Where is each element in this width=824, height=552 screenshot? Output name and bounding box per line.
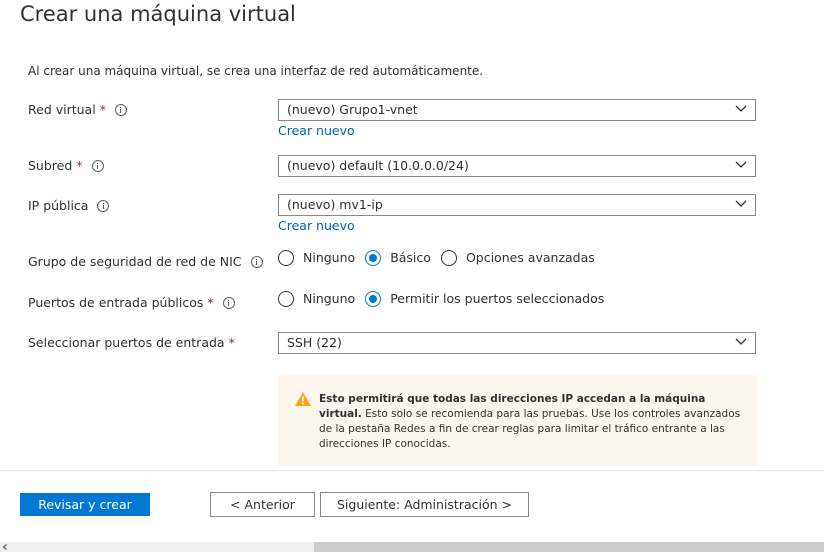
radio-ports-none[interactable]: Ninguno — [278, 291, 355, 307]
subnet-label: Subred * — [28, 158, 104, 174]
nic-security-group-label: Grupo de seguridad de red de NIC — [28, 254, 263, 270]
radio-label: Opciones avanzadas — [465, 250, 595, 265]
info-icon[interactable] — [250, 256, 263, 268]
radio-ports-allow-selected[interactable]: Permitir los puertos seleccionados — [365, 291, 604, 307]
chevron-down-icon — [735, 161, 747, 168]
public-ip-dropdown[interactable]: (nuevo) mv1-ip — [278, 194, 756, 216]
info-icon[interactable] — [97, 200, 110, 212]
subnet-label-text: Subred — [28, 158, 73, 173]
create-public-ip-link[interactable]: Crear nuevo — [278, 218, 355, 234]
required-marker: * — [76, 158, 83, 173]
chevron-left-icon[interactable] — [2, 544, 8, 550]
radio-circle[interactable] — [440, 250, 457, 266]
info-icon[interactable] — [222, 297, 235, 309]
select-inbound-ports-label-text: Seleccionar puertos de entrada — [28, 335, 225, 350]
radio-circle[interactable] — [278, 291, 294, 307]
select-inbound-ports-value: SSH (22) — [287, 335, 342, 350]
chevron-down-icon — [735, 200, 747, 207]
radio-circle-checked[interactable] — [365, 250, 382, 266]
radio-circle-checked[interactable] — [365, 291, 382, 307]
virtual-network-value: (nuevo) Grupo1-vnet — [287, 102, 418, 117]
chevron-down-icon — [735, 105, 747, 112]
subnet-value: (nuevo) default (10.0.0.0/24) — [287, 158, 469, 173]
virtual-network-label-text: Red virtual — [28, 102, 96, 117]
radio-label: Básico — [390, 250, 431, 265]
chevron-down-icon — [735, 338, 747, 345]
radio-label: Ninguno — [303, 291, 356, 306]
public-ip-value: (nuevo) mv1-ip — [287, 197, 383, 212]
select-inbound-ports-dropdown[interactable]: SSH (22) — [278, 332, 756, 354]
radio-label: Permitir los puertos seleccionados — [390, 291, 605, 306]
warning-text-body: Esto solo se recomienda para las pruebas… — [319, 408, 741, 450]
scrollbar-thumb[interactable] — [314, 542, 824, 552]
subnet-dropdown[interactable]: (nuevo) default (10.0.0.0/24) — [278, 155, 756, 177]
warning-text: Esto permitirá que todas las direcciones… — [319, 392, 744, 452]
public-inbound-ports-radios: Ninguno Permitir los puertos seleccionad… — [278, 291, 614, 307]
horizontal-scrollbar[interactable] — [0, 542, 824, 552]
required-marker: * — [228, 335, 235, 350]
info-icon[interactable] — [91, 160, 104, 172]
public-inbound-ports-label: Puertos de entrada públicos * — [28, 295, 235, 311]
nic-security-group-radios: Ninguno Básico Opciones avanzadas — [278, 250, 605, 266]
radio-nsg-basic[interactable]: Básico — [365, 250, 431, 266]
radio-nsg-none[interactable]: Ninguno — [278, 250, 355, 266]
previous-button[interactable]: < Anterior — [210, 492, 315, 517]
select-inbound-ports-label: Seleccionar puertos de entrada * — [28, 335, 235, 351]
page-title: Crear una máquina virtual — [20, 2, 296, 26]
radio-label: Ninguno — [303, 250, 356, 265]
public-inbound-ports-label-text: Puertos de entrada públicos — [28, 295, 204, 310]
radio-circle[interactable] — [278, 250, 294, 266]
warning-message-bar: Esto permitirá que todas las direcciones… — [278, 375, 758, 466]
info-icon[interactable] — [114, 104, 127, 116]
radio-nsg-advanced[interactable]: Opciones avanzadas — [440, 250, 595, 266]
next-button[interactable]: Siguiente: Administración > — [320, 492, 529, 517]
footer-divider — [0, 470, 824, 471]
warning-icon — [295, 392, 311, 406]
virtual-network-label: Red virtual * — [28, 102, 127, 118]
intro-text: Al crear una máquina virtual, se crea un… — [28, 64, 484, 78]
required-marker: * — [207, 295, 214, 310]
create-virtual-network-link[interactable]: Crear nuevo — [278, 123, 355, 139]
virtual-network-dropdown[interactable]: (nuevo) Grupo1-vnet — [278, 99, 756, 121]
public-ip-label: IP pública — [28, 198, 110, 214]
review-create-button[interactable]: Revisar y crear — [20, 493, 150, 516]
nic-security-group-label-text: Grupo de seguridad de red de NIC — [28, 254, 242, 269]
required-marker: * — [99, 102, 106, 117]
public-ip-label-text: IP pública — [28, 198, 89, 213]
